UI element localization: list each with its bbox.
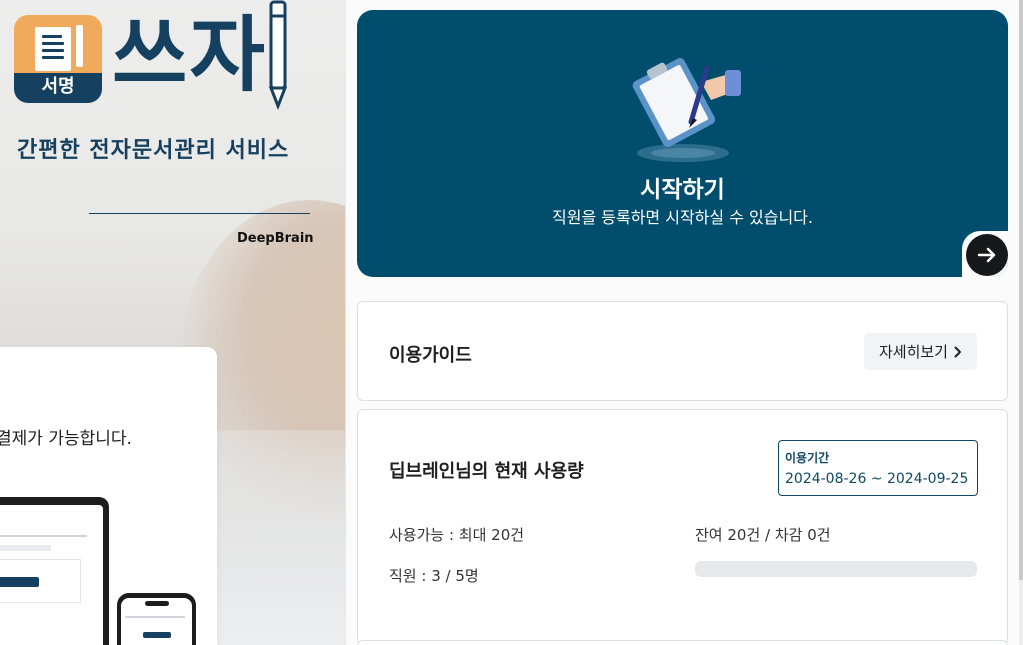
employee-count: 직원 : 3 / 5명 — [389, 567, 479, 585]
tagline: 간편한 전자문서관리 서비스 — [17, 138, 290, 163]
divider — [89, 213, 310, 214]
remaining-count: 잔여 20건 / 차감 0건 — [695, 526, 831, 544]
start-arrow-button[interactable] — [966, 234, 1008, 276]
usage-guide-card: 이용가이드 자세히보기 — [357, 301, 1008, 401]
arrow-right-icon — [977, 247, 996, 263]
promo-text: 결제가 가능합니다. — [0, 429, 132, 449]
usage-title: 딥브레인님의 현재 사용량 — [389, 461, 584, 482]
promo-panel: 서명 쓰자 간편한 전자문서관리 서비스 DeepBrain 결제가 가능합니다… — [0, 0, 345, 645]
guide-title: 이용가이드 — [389, 345, 472, 366]
available-count: 사용가능 : 최대 20건 — [389, 526, 525, 544]
scrollbar[interactable] — [1019, 0, 1023, 645]
pencil-icon — [268, 0, 288, 110]
period-value: 2024-08-26 ~ 2024-09-25 — [785, 471, 969, 487]
view-details-label: 자세히보기 — [878, 343, 948, 361]
period-label: 이용기간 — [785, 451, 830, 465]
chevron-right-icon — [954, 346, 961, 357]
signing-document-icon — [632, 58, 741, 162]
next-card — [357, 640, 1008, 645]
tablet-mockup — [0, 497, 109, 645]
current-usage-card: 딥브레인님의 현재 사용량 이용기간 2024-08-26 ~ 2024-09-… — [357, 409, 1008, 645]
logo-wordmark: 쓰자 — [112, 8, 267, 103]
view-details-button[interactable]: 자세히보기 — [864, 333, 977, 370]
hero-title: 시작하기 — [640, 177, 725, 203]
logo-tile-label: 서명 — [41, 76, 75, 97]
brand-name: DeepBrain — [237, 231, 314, 246]
start-hero-card[interactable]: 시작하기 직원을 등록하면 시작하실 수 있습니다. — [357, 10, 1008, 277]
usage-period-box: 이용기간 2024-08-26 ~ 2024-09-25 — [778, 440, 978, 496]
usage-progress-bar — [695, 561, 977, 577]
phone-mockup — [117, 593, 196, 645]
hero-subtitle: 직원을 등록하면 시작하실 수 있습니다. — [552, 208, 813, 227]
app-logo-icon: 서명 — [14, 15, 102, 103]
